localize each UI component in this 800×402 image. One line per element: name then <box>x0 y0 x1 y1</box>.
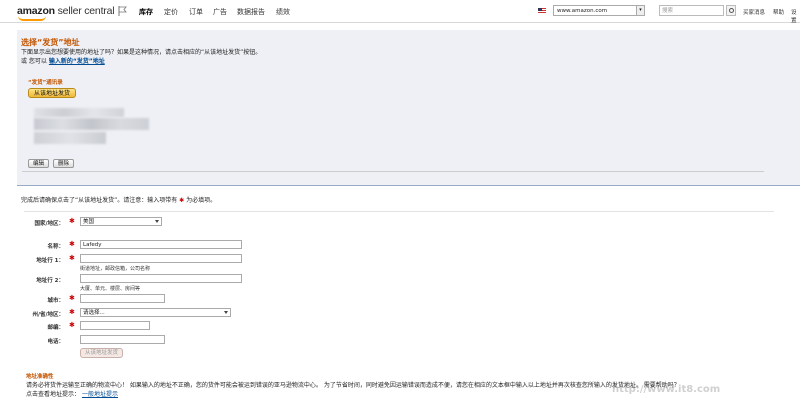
phone-label: 电话： <box>47 339 64 345</box>
settings-link[interactable]: 设置 <box>791 8 800 24</box>
required-star-icon: ✱ <box>69 308 75 316</box>
form-note: 完成后请确保点击了“从该地址发货”。请注意：输入项带有 ✱ 为必填项。 <box>21 195 216 204</box>
required-star-icon: ✱ <box>69 294 75 302</box>
address-tips-prefix: 点击查看地址提示： <box>26 391 81 398</box>
nav-performance[interactable]: 绩效 <box>276 7 290 17</box>
redacted-address-line <box>34 108 124 117</box>
country-label: 国家/地区： <box>34 221 64 227</box>
city-input[interactable] <box>80 294 165 303</box>
form-note-pre: 完成后请确保点击了“从该地址发货”。请注意：输入项带有 <box>21 197 178 204</box>
edit-button[interactable]: 编辑 <box>28 159 50 168</box>
search-input[interactable]: 搜索 <box>659 5 724 16</box>
chevron-down-icon: ▾ <box>636 6 644 15</box>
delete-button[interactable]: 删除 <box>53 159 75 168</box>
address-line2-input[interactable] <box>80 274 242 283</box>
nav-reports[interactable]: 数据报告 <box>237 7 265 17</box>
name-label: 名称： <box>47 244 64 250</box>
nav-pricing[interactable]: 定价 <box>164 7 178 17</box>
required-star-icon: ✱ <box>179 197 185 204</box>
required-star-icon: ✱ <box>69 217 75 225</box>
zip-label: 邮编： <box>47 325 64 331</box>
address-line1-label: 地址行 1： <box>36 258 64 264</box>
search-placeholder: 搜索 <box>662 8 674 14</box>
nav-orders[interactable]: 订单 <box>189 7 203 17</box>
address-book-label: “发货”通讯录 <box>28 80 63 86</box>
or-text: 或 您可以 <box>21 58 47 65</box>
required-star-icon: ✱ <box>69 254 75 262</box>
buyer-messages-link[interactable]: 买家消息 <box>743 8 765 16</box>
required-star-icon: ✱ <box>69 321 75 329</box>
page-description: 下面显示出您想要使用的地址了吗？如果是这种情况，请点击相应的“从该地址发货”按钮… <box>21 49 262 56</box>
flag-icon[interactable] <box>118 6 128 16</box>
new-address-link[interactable]: 输入新的“发货”地址 <box>49 58 105 65</box>
search-icon[interactable] <box>726 5 736 16</box>
nav-inventory[interactable]: 库存 <box>139 7 153 17</box>
name-input[interactable]: Lafedy <box>80 240 242 249</box>
city-label: 城市： <box>47 298 64 304</box>
marketplace-select[interactable]: www.amazon.com ▾ <box>553 5 645 16</box>
state-select[interactable]: 请选择... <box>80 308 231 317</box>
top-navigation-bar: amazon seller central 库存 定价 订单 广告 数据报告 绩… <box>0 0 800 24</box>
ship-from-this-address-button[interactable]: 从该地址发货 <box>28 88 77 98</box>
help-link[interactable]: 帮助 <box>773 8 784 16</box>
country-select[interactable]: 美国 <box>80 217 162 226</box>
state-label: 州/省/地区： <box>32 312 64 318</box>
state-value: 请选择... <box>83 310 105 316</box>
chevron-down-icon <box>224 311 228 314</box>
zip-input[interactable] <box>80 321 150 330</box>
address-line1-hint: 街道地址，邮政信箱，公司名称 <box>80 266 151 272</box>
watermark-text: http://www.it8.com <box>612 384 721 395</box>
logo-product: seller central <box>57 5 115 17</box>
new-address-line: 或 您可以 输入新的“发货”地址 <box>21 56 105 65</box>
redacted-address-line <box>34 118 149 130</box>
address-accuracy-title: 地址准确性 <box>26 374 54 380</box>
marketplace-value: www.amazon.com <box>557 8 608 14</box>
ship-from-address-submit-button[interactable]: 从该地址发货 <box>80 348 124 358</box>
amazon-smile-icon <box>18 16 46 21</box>
address-line2-label: 地址行 2： <box>36 278 64 284</box>
general-address-tips-link[interactable]: 一般地址提示 <box>82 391 118 398</box>
address-line2-hint: 大厦、单元、楼层、房间等 <box>80 286 141 292</box>
address-tips-line: 点击查看地址提示： 一般地址提示 <box>26 389 118 398</box>
us-flag-icon <box>538 8 546 14</box>
redacted-address-line <box>34 132 106 144</box>
form-note-post: 为必填项。 <box>186 197 217 204</box>
section-divider <box>17 185 800 186</box>
phone-input[interactable] <box>80 335 165 344</box>
country-value: 美国 <box>83 219 95 225</box>
nav-advertising[interactable]: 广告 <box>213 7 227 17</box>
chevron-down-icon <box>155 220 159 223</box>
required-star-icon: ✱ <box>69 240 75 248</box>
address-line1-input[interactable] <box>80 254 242 263</box>
